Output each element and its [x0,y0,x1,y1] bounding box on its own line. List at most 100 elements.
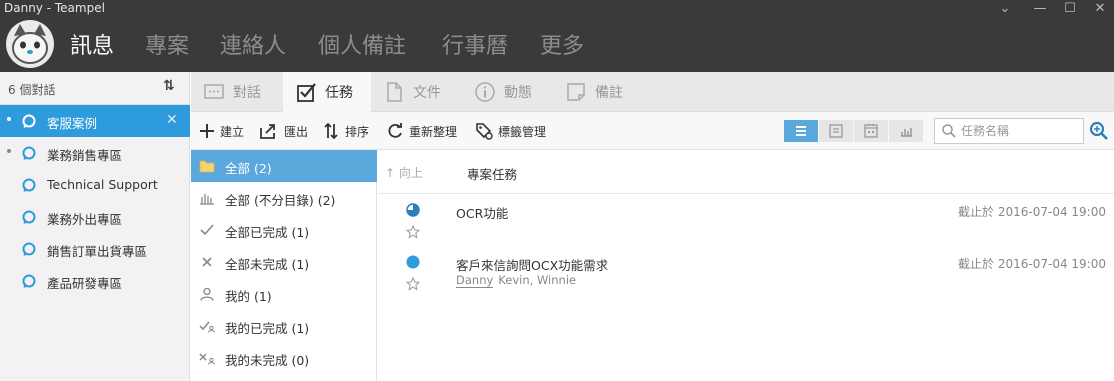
sidebar-item-label: Technical Support [47,177,158,192]
create-button[interactable]: 建立 [198,122,248,140]
chat-icon [22,178,36,192]
star-icon[interactable] [406,225,420,239]
chart-view-button[interactable] [889,120,923,142]
app-logo[interactable] [6,20,54,68]
chat-icon [22,242,36,256]
window-title: Danny - Teampel [4,1,105,15]
nav-projects[interactable]: 專案 [145,28,189,60]
star-icon[interactable] [406,277,420,291]
export-icon [260,124,275,139]
filter-label: 全部已完成 (1) [225,225,310,240]
sidebar-header: 6 個對話 ⇅ [0,72,190,105]
chat-icon [22,146,36,160]
task-row[interactable]: OCR功能 截止於 2016-07-04 19:00 [378,195,1114,247]
person-icon [200,287,214,301]
filter-mine-completed[interactable]: 我的已完成 (1) [191,310,377,342]
sidebar-item-label: 銷售訂單出貨專區 [47,244,148,259]
filter-all-flat[interactable]: 全部 (不分目錄) (2) [191,182,377,214]
sidebar-item-customer-cases[interactable]: 客服案例 ✕ [0,105,190,137]
create-label: 建立 [220,125,245,139]
close-conversation-icon[interactable]: ✕ [166,112,178,128]
sidebar-item-order-shipping[interactable]: 銷售訂單出貨專區 [0,233,190,265]
search-icon [942,124,956,138]
task-name: OCR功能 [456,206,509,221]
tab-documents[interactable]: 文件 [371,72,462,112]
filter-all-completed[interactable]: 全部已完成 (1) [191,214,377,246]
refresh-icon [388,123,402,138]
sidebar-item-field-sales[interactable]: 業務外出專區 [0,201,190,233]
progress-pie-icon [406,203,420,217]
dropdown-icon[interactable]: ⌄ [993,0,1017,18]
sidebar-item-label: 業務外出專區 [47,212,123,227]
chart-view-icon [901,128,912,137]
filter-all[interactable]: 全部 (2) [191,150,377,182]
tab-label: 對話 [233,85,261,101]
filter-mine-incomplete[interactable]: 我的未完成 (0) [191,342,377,374]
tab-label: 文件 [413,85,441,101]
card-view-icon [829,124,843,138]
sidebar-item-label: 產品研發專區 [47,276,123,291]
filter-label: 我的未完成 (0) [225,353,310,368]
close-window-icon[interactable]: ✕ [1088,0,1112,18]
nav-messages[interactable]: 訊息 [70,28,114,60]
chat-icon [22,274,36,288]
tag-manage-button[interactable]: 標籤管理 [475,122,553,140]
maximize-icon[interactable]: ☐ [1058,0,1082,18]
reorganize-label: 重新整理 [409,125,458,139]
task-assignees: Danny Kevin, Winnie [456,273,576,288]
tag-settings-icon [476,123,493,140]
task-search-box [934,118,1084,144]
sort-toggle-icon[interactable]: ⇅ [163,78,175,94]
document-icon [387,82,402,102]
tab-conversation[interactable]: 對話 [191,72,283,112]
plus-icon [200,124,214,138]
folder-icon [199,160,215,173]
minimize-icon[interactable]: — [1028,0,1052,18]
export-label: 匯出 [284,125,309,139]
nav-calendar[interactable]: 行事曆 [442,28,508,60]
bar-chart-icon [200,194,214,205]
task-list-header: ↑ 向上 專案任務 [378,150,1114,194]
sidebar-item-label: 客服案例 [47,116,98,131]
task-search-input[interactable] [961,122,1079,140]
task-due-date: 截止於 2016-07-04 19:00 [958,257,1106,271]
conversation-count: 6 個對話 [8,83,56,97]
x-icon [202,257,212,267]
tab-label: 動態 [504,85,532,101]
task-name: 客戶來信詢問OCX功能需求 [456,258,609,273]
nav-more[interactable]: 更多 [540,28,584,60]
filter-label: 全部 (不分目錄) (2) [225,193,336,208]
app-header: Danny - Teampel ⌄ — ☐ ✕ 訊息 專案 連絡人 個人備註 行… [0,0,1114,72]
content-tabs: 對話 任務 文件 動態 備註 [191,72,1114,113]
chat-icon [22,114,36,128]
filter-all-incomplete[interactable]: 全部未完成 (1) [191,246,377,278]
search-submit-icon[interactable] [1088,120,1110,142]
sidebar-item-sales[interactable]: 業務銷售專區 [0,137,190,169]
sidebar-item-product-rd[interactable]: 產品研發專區 [0,265,190,297]
filter-label: 全部未完成 (1) [225,257,310,272]
tab-notes[interactable]: 備註 [553,72,645,112]
x-person-icon [199,353,215,365]
nav-contacts[interactable]: 連絡人 [220,28,286,60]
export-button[interactable]: 匯出 [259,122,311,140]
filter-label: 全部 (2) [225,161,272,176]
task-row[interactable]: 客戶來信詢問OCX功能需求 截止於 2016-07-04 19:00 Danny… [378,247,1114,299]
card-view-button[interactable] [819,120,853,142]
task-owner[interactable]: Danny [456,273,494,288]
reorganize-button[interactable]: 重新整理 [386,122,464,140]
calendar-view-button[interactable] [854,120,888,142]
status-dot-icon [406,255,420,269]
unread-dot [7,149,11,153]
tab-activity[interactable]: 動態 [462,72,553,112]
sort-button[interactable]: 排序 [322,122,374,140]
go-up-button[interactable]: ↑ 向上 [385,164,423,181]
chat-bubble-icon [204,84,224,99]
sort-icon [324,122,338,140]
check-icon [200,224,214,236]
filter-mine[interactable]: 我的 (1) [191,278,377,310]
list-view-button[interactable] [784,120,818,142]
nav-personal-notes[interactable]: 個人備註 [318,28,406,60]
task-filter-list: 全部 (2) 全部 (不分目錄) (2) 全部已完成 (1) 全部未完成 (1)… [191,150,377,381]
sidebar-item-technical-support[interactable]: Technical Support [0,169,190,201]
tab-tasks[interactable]: 任務 [283,72,371,113]
